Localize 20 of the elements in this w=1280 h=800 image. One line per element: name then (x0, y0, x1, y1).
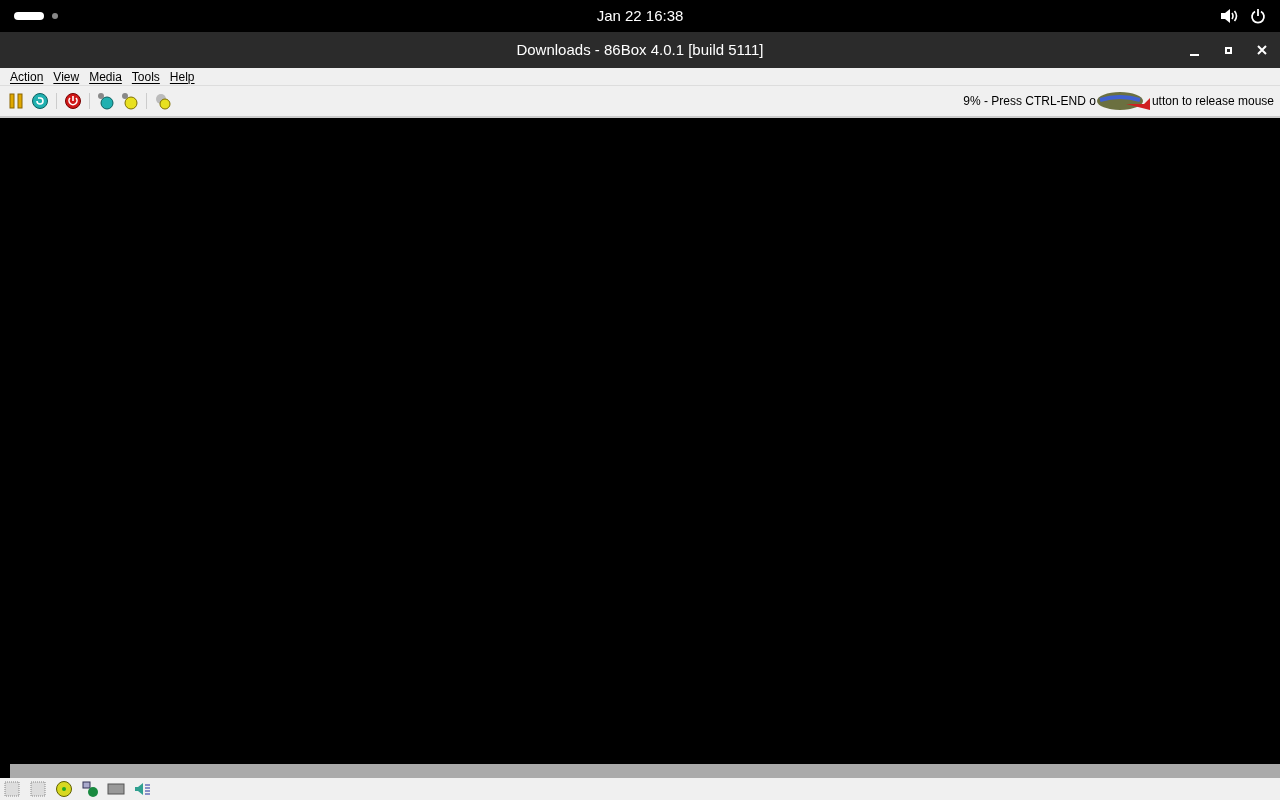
status-text: 9% - Press CTRL-END o (963, 93, 1096, 110)
close-icon (1257, 45, 1267, 55)
volume-icon[interactable] (1220, 8, 1238, 24)
cd-icon[interactable] (54, 779, 74, 799)
menu-item[interactable]: Tools (127, 67, 164, 86)
scrollbar[interactable] (10, 764, 1280, 778)
menu-item[interactable]: View (49, 67, 84, 86)
workspace-indicator[interactable] (14, 12, 44, 20)
workspace-indicator[interactable] (52, 13, 58, 19)
menu-item[interactable]: Action (6, 67, 48, 86)
clock[interactable]: Jan 22 16:38 (596, 4, 684, 28)
power-icon[interactable] (1250, 8, 1266, 24)
pause-icon[interactable] (6, 91, 26, 111)
reset-icon[interactable] (30, 91, 50, 111)
status-text: utton to release mouse (1151, 93, 1274, 110)
menu-item[interactable]: Media (85, 67, 126, 86)
network-icon[interactable] (80, 779, 100, 799)
menu-item[interactable]: Help (165, 67, 199, 86)
power-icon[interactable] (63, 91, 83, 111)
window-title: Downloads - 86Box 4.0.1 [build 5111] (516, 41, 764, 58)
